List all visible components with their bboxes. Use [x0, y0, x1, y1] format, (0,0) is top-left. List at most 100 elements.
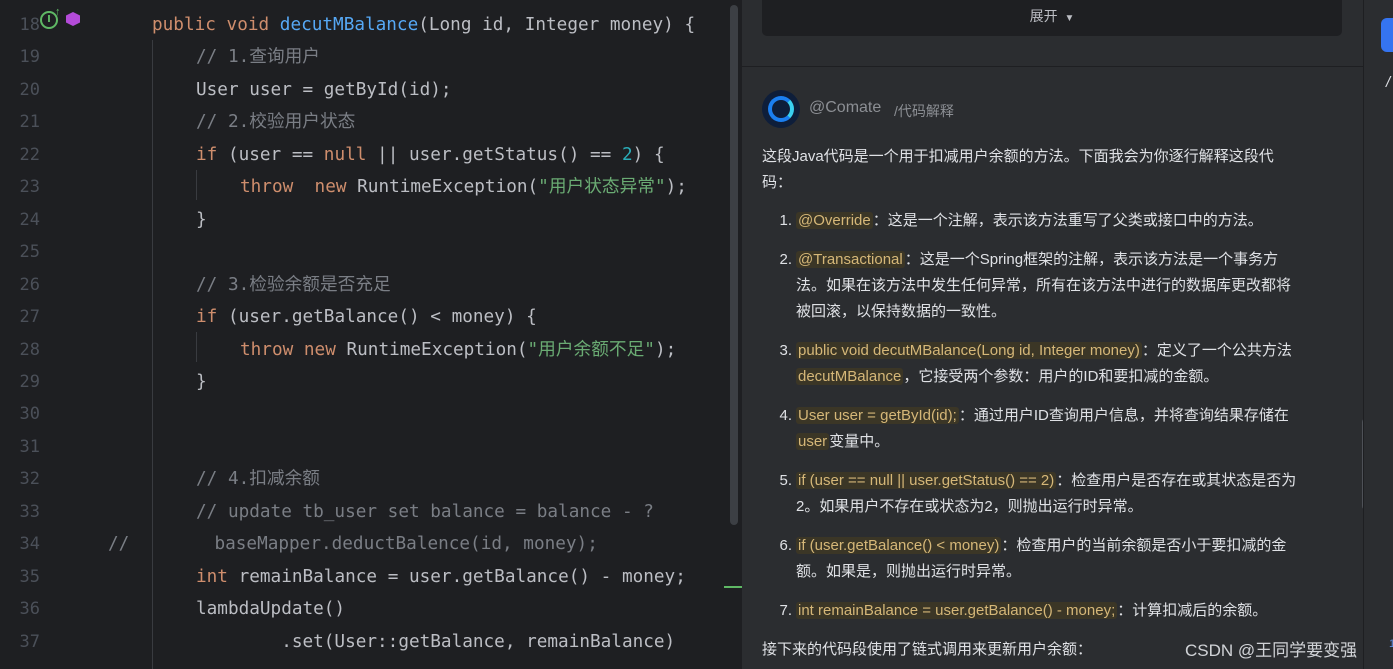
code-line[interactable]: lambdaUpdate() — [196, 593, 345, 625]
code-line[interactable]: int remainBalance = user.getBalance() - … — [196, 561, 686, 593]
plugin-hex-icon[interactable] — [66, 12, 80, 26]
comate-chat-panel: 展开 ▼ @Comate /代码解释 这段Java代码是一个用于扣减用户余额的方… — [742, 0, 1363, 669]
code-token: // baseMapper.deductBalence(id, money); — [108, 534, 598, 555]
list-number: 6. — [779, 537, 792, 554]
code-editor[interactable]: I ↑ 18 19 20 21 22 23 24 25 26 27 28 29 30 31 32 33 34 35… — [0, 0, 742, 669]
code-token: int — [196, 566, 239, 587]
list-number: 3. — [779, 342, 792, 359]
code-line[interactable]: throw new RuntimeException("用户状态异常"); — [240, 171, 687, 203]
code-token: (user == — [227, 144, 324, 165]
watermark: CSDN @王同学要变强 — [1185, 641, 1358, 660]
list-item-text: 法。如果在该方法中发生任何异常，所有在该方法中进行的数据库更改都将 — [796, 277, 1292, 294]
outro-text: 接下来的代码段使用了链式调用来更新用户余额： — [762, 641, 1093, 658]
line-number: 30 — [19, 404, 40, 425]
line-number: 32 — [19, 469, 40, 490]
line-number: 37 — [19, 631, 40, 652]
list-number: 5. — [779, 472, 792, 489]
inline-code: user — [796, 433, 830, 450]
code-line[interactable]: // 3.检验余额是否充足 — [196, 269, 391, 301]
code-token: ); — [665, 177, 687, 198]
code-token: "用户余额不足" — [527, 339, 655, 360]
code-line[interactable]: // baseMapper.deductBalence(id, money); — [108, 528, 598, 560]
list-item-text: ：计算扣减后的余额。 — [1117, 602, 1268, 619]
code-line[interactable]: throw new RuntimeException("用户余额不足"); — [240, 334, 676, 366]
line-number: 25 — [19, 242, 40, 263]
code-line[interactable]: .set(User::getBalance, remainBalance) — [196, 626, 675, 658]
panel-divider — [742, 66, 1363, 67]
code-token: ) { — [632, 144, 665, 165]
code-line[interactable]: if (user.getBalance() < money) { — [196, 301, 537, 333]
code-token: 2 — [621, 144, 633, 165]
list-item-text: ：检查用户的当前余额是否小于要扣减的金 — [1001, 537, 1287, 554]
code-line[interactable]: User user = getById(id); — [196, 74, 452, 106]
inline-code: @Override — [796, 212, 873, 229]
line-number: 26 — [19, 274, 40, 295]
code-token: ); — [654, 339, 677, 360]
tool-window-button[interactable] — [1381, 18, 1393, 52]
code-line[interactable]: } — [196, 366, 207, 398]
code-token: // 1.查询用户 — [196, 47, 320, 68]
list-number: 2. — [779, 251, 792, 268]
code-line[interactable]: // update tb_user set balance = balance … — [196, 496, 654, 528]
code-line[interactable]: // 1.查询用户 — [196, 41, 320, 73]
line-number: 35 — [19, 566, 40, 587]
list-item: User user = getById(id); ：通过用户ID查询用户信息，并将… — [796, 403, 1289, 429]
indent-guide — [196, 332, 197, 362]
list-item-text: ，它接受两个参数：用户的ID和要扣减的金额。 — [903, 368, 1219, 385]
code-token: RuntimeException( — [346, 339, 528, 360]
inline-code: int remainBalance = user.getBalance() - … — [796, 602, 1118, 619]
list-item-text: 2。如果用户不存在或状态为2，则抛出运行时异常。 — [796, 498, 1143, 515]
line-number: 29 — [19, 371, 40, 392]
code-token: "用户状态异常" — [538, 177, 666, 198]
code-token: // 4.扣减余额 — [196, 469, 320, 490]
line-number: 31 — [19, 436, 40, 457]
code-token: if — [196, 307, 228, 328]
list-item-text: ：这是一个注解，表示该方法重写了父类或接口中的方法。 — [872, 212, 1263, 229]
code-token: public void — [152, 15, 280, 35]
command-label: /代码解释 — [894, 103, 954, 119]
line-number: 27 — [19, 307, 40, 328]
code-token: (user.getBalance() < money) { — [227, 307, 537, 328]
indent-guide — [152, 40, 153, 669]
editor-scrollbar[interactable] — [730, 5, 738, 525]
inline-code: if (user.getBalance() < money) — [796, 537, 1002, 554]
code-line[interactable]: } — [196, 204, 207, 236]
inline-code: User user = getById(id); — [796, 407, 959, 424]
list-item: @Override ：这是一个注解，表示该方法重写了父类或接口中的方法。 — [796, 208, 1263, 234]
expand-label: 展开 — [1029, 8, 1058, 24]
line-number: 24 — [19, 209, 40, 230]
list-item-text: ：检查用户是否存在或其状态是否为 — [1056, 472, 1297, 489]
list-item-text: 变量中。 — [829, 433, 890, 450]
code-token: // 2.校验用户状态 — [196, 112, 356, 133]
comate-logo-icon — [768, 96, 794, 122]
list-item-text: ：通过用户ID查询用户信息，并将查询结果存储在 — [958, 407, 1289, 424]
code-line[interactable]: // 2.校验用户状态 — [196, 106, 355, 138]
code-line[interactable]: // 4.扣减余额 — [196, 463, 320, 495]
code-token: (Long id, Integer money) { — [418, 15, 696, 35]
code-token: decutMBalance — [279, 15, 419, 35]
line-number: 36 — [19, 599, 40, 620]
line-number: 28 — [19, 339, 40, 360]
inline-code: decutMBalance — [796, 368, 904, 385]
line-number: 22 — [19, 144, 40, 165]
line-number: 23 — [19, 177, 40, 198]
code-token: if — [196, 144, 228, 165]
list-item-text: ：定义了一个公共方法 — [1141, 342, 1292, 359]
right-tool-strip: / 1 — [1363, 0, 1393, 669]
code-token: || user.getStatus() == — [366, 144, 622, 165]
code-token: User user = getById(id); — [196, 79, 452, 100]
comate-avatar — [762, 90, 800, 128]
code-token: throw new — [240, 177, 358, 198]
code-line[interactable]: if (user == null || user.getStatus() == … — [196, 139, 665, 171]
intro-line-2: 码： — [762, 174, 793, 191]
gutter-markers[interactable]: I ↑ — [38, 6, 86, 29]
list-item: user 变量中。 — [796, 429, 889, 455]
list-item-text: 被回滚，以保持数据的一致性。 — [796, 303, 1007, 320]
line-number: 21 — [19, 112, 40, 133]
code-token: remainBalance = user.getBalance() - mone… — [238, 566, 686, 587]
arrow-up-icon: ↑ — [55, 6, 61, 18]
code-token: throw new — [240, 339, 347, 360]
expand-button[interactable]: 展开 ▼ — [762, 0, 1342, 36]
inline-code: if (user == null || user.getStatus() == … — [796, 472, 1057, 489]
code-line[interactable]: public void decutMBalance(Long id, Integ… — [152, 9, 695, 41]
